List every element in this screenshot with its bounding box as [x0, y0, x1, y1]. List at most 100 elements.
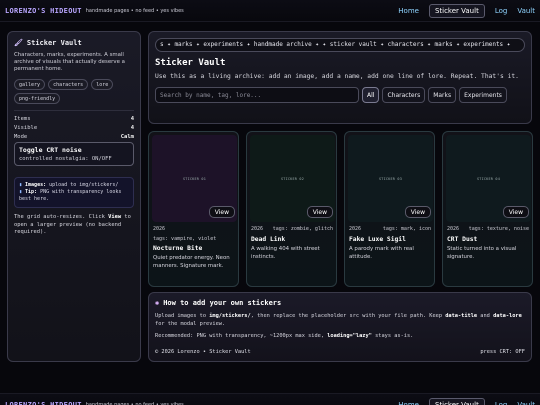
card-body: Dead Link A walking 404 with street inst…	[251, 236, 333, 261]
nav-links: Home Sticker Vault Log Vault	[398, 397, 535, 405]
view-button[interactable]: View	[208, 206, 235, 218]
card-year: 2026	[251, 226, 264, 232]
sidebar: 🖌 Sticker Vault Characters, marks, exper…	[7, 31, 141, 362]
card-name: Nocturne Bite	[153, 245, 203, 252]
stat-items: Items 4	[14, 115, 134, 124]
card-year: 2026	[153, 226, 166, 232]
view-button[interactable]: View	[502, 206, 529, 218]
card-body: CRT Dust Static turned into a visual sig…	[447, 236, 529, 261]
brand-tagline: handmade pages • no feed • yes vibes	[85, 401, 184, 405]
tip-text: upload to img/stickers/	[49, 182, 119, 188]
nav-link-sticker-vault[interactable]: Sticker Vault	[428, 397, 485, 405]
bottom-nav: LORENZO'S HIDEOUT handmade pages • no fe…	[0, 393, 540, 405]
card-meta: 2026 tags: mark, icon	[349, 226, 431, 232]
chip-lore: lore	[91, 79, 114, 90]
text: and	[477, 313, 494, 319]
code: loading="lazy"	[327, 333, 372, 339]
text: , then replace the placeholder src with …	[250, 313, 446, 319]
thumbnail-label: STICKER 04	[476, 176, 501, 181]
top-nav: LORENZO'S HIDEOUT handmade pages • no fe…	[0, 0, 540, 22]
tag-chips: gallery characters lore png-friendly	[14, 79, 134, 104]
tip-key: Images:	[25, 182, 47, 188]
card-name: Fake Luxe Sigil	[349, 236, 406, 243]
card-meta: 2026 tags: zombie, glitch	[251, 226, 333, 232]
nav-link-sticker-vault[interactable]: Sticker Vault	[428, 3, 485, 18]
toggle-title: Toggle CRT noise	[19, 146, 82, 154]
text: stays as-is.	[371, 333, 414, 339]
filter-all-button[interactable]: All	[362, 87, 380, 103]
brand-tagline: handmade pages • no feed • yes vibes	[85, 7, 184, 14]
howto-title: ✺ How to add your own stickers	[155, 299, 525, 307]
marquee-ticker: s ✦ marks ✦ experiments ✦ handmade archi…	[155, 38, 525, 52]
code: img/stickers/	[209, 313, 251, 319]
stat-value: 4	[130, 125, 134, 131]
card-name: Dead Link	[251, 236, 286, 243]
nav-link-vault[interactable]: Vault	[517, 401, 535, 405]
sticker-card: STICKER 01 View 2026 tags: vampire, viol…	[148, 131, 239, 287]
sidebar-description: Characters, marks, experiments. A small …	[14, 52, 125, 72]
chip-png-friendly: png-friendly	[14, 93, 61, 104]
view-button[interactable]: View	[404, 206, 431, 218]
card-name: CRT Dust	[447, 236, 478, 243]
copyright: © 2026 Lorenzo • Sticker Vault	[155, 349, 251, 355]
card-lore: A parody mark with real attitude.	[349, 246, 414, 260]
stat-label: Visible	[14, 125, 38, 131]
tip-images: ▮ Images: upload to img/stickers/	[19, 182, 129, 189]
brand-logo[interactable]: LORENZO'S HIDEOUT	[5, 401, 82, 405]
filter-marks-button[interactable]: Marks	[428, 87, 457, 103]
sticker-grid: STICKER 01 View 2026 tags: vampire, viol…	[148, 131, 533, 287]
card-body: tags: vampire, violet Nocturne Bite Quie…	[153, 236, 235, 270]
controls-row: All Characters Marks Experiments	[155, 87, 525, 103]
howto-upload-text: Upload images to img/stickers/, then rep…	[155, 313, 525, 328]
stat-label: Items	[14, 116, 31, 122]
brain-icon: ✺	[155, 299, 160, 307]
code: data-title	[445, 313, 478, 319]
card-meta: 2026 tags: texture, noise	[447, 226, 529, 232]
stat-value: Calm	[120, 134, 134, 140]
sidebar-title: 🖌 Sticker Vault	[14, 39, 134, 47]
stat-value: 4	[130, 116, 134, 122]
card-tags: tags: vampire, violet	[153, 236, 217, 242]
tip-key: Tip:	[25, 189, 38, 195]
card-tags: tags: mark, icon	[382, 226, 431, 232]
filter-experiments-button[interactable]: Experiments	[459, 87, 507, 103]
stat-visible: Visible 4	[14, 124, 134, 133]
note-emphasis: View	[108, 214, 122, 220]
thumbnail-label: STICKER 01	[182, 176, 207, 181]
nav-link-home[interactable]: Home	[398, 7, 419, 15]
thumbnail-label: STICKER 03	[378, 176, 403, 181]
sticker-card: STICKER 04 View 2026 tags: texture, nois…	[442, 131, 533, 287]
card-tags-row: tags: vampire, violet	[153, 236, 235, 242]
page-description: Use this as a living archive: add an ima…	[155, 73, 519, 80]
tip-box: ▮ Images: upload to img/stickers/ ▮ Tip:…	[14, 177, 134, 208]
search-input[interactable]	[155, 87, 359, 103]
card-lore: A walking 404 with street instincts.	[251, 246, 320, 260]
sidebar-note: The grid auto-resizes. Click View to ope…	[14, 214, 134, 237]
nav-link-log[interactable]: Log	[495, 401, 508, 405]
howto-recommend-text: Recommended: PNG with transparency, ~120…	[155, 333, 525, 341]
stat-mode: Mode Calm	[14, 133, 134, 142]
nav-link-vault[interactable]: Vault	[517, 7, 535, 15]
tip-png: ▮ Tip: PNG with transparency looks best …	[19, 189, 129, 203]
card-meta: 2026	[153, 226, 235, 232]
crt-status: press CRT: OFF	[480, 349, 525, 355]
stat-label: Mode	[14, 134, 28, 140]
sticker-card: STICKER 02 View 2026 tags: zombie, glitc…	[246, 131, 337, 287]
chip-gallery: gallery	[14, 79, 46, 90]
card-body: Fake Luxe Sigil A parody mark with real …	[349, 236, 431, 261]
view-button[interactable]: View	[306, 206, 333, 218]
note-text: The grid auto-resizes. Click	[14, 214, 109, 220]
divider	[14, 110, 134, 111]
howto-footer: © 2026 Lorenzo • Sticker Vault press CRT…	[155, 349, 525, 355]
nav-link-log[interactable]: Log	[495, 7, 508, 15]
howto-title-text: How to add your own stickers	[163, 299, 282, 307]
toggle-subtitle: controlled nostalgia: ON/OFF	[19, 156, 112, 162]
brand-logo[interactable]: LORENZO'S HIDEOUT	[5, 7, 82, 15]
nav-links: Home Sticker Vault Log Vault	[398, 3, 535, 18]
code: data-lore	[493, 313, 522, 319]
nav-link-home[interactable]: Home	[398, 401, 419, 405]
filter-characters-button[interactable]: Characters	[382, 87, 426, 103]
crt-noise-toggle[interactable]: Toggle CRT noise controlled nostalgia: O…	[14, 142, 134, 166]
page-title: Sticker Vault	[155, 58, 226, 68]
text: for the modal preview.	[155, 320, 226, 327]
